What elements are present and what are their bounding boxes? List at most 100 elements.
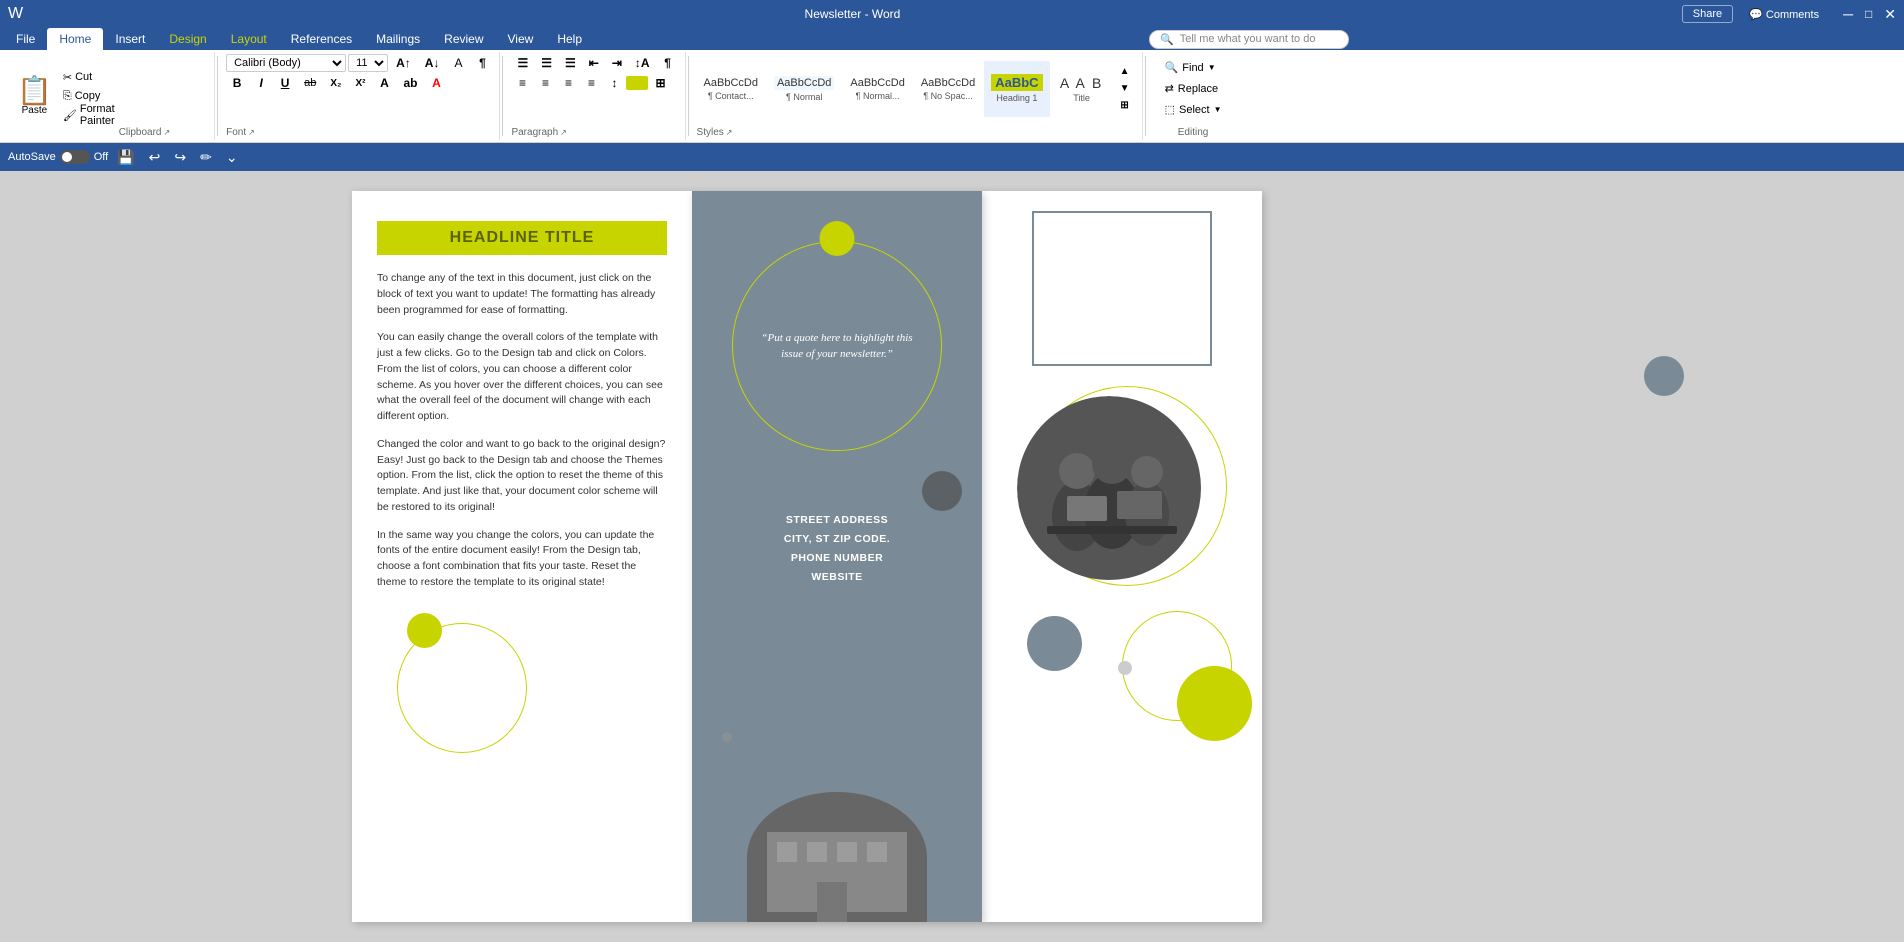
styles-expand[interactable]: ⊞ <box>1114 98 1136 113</box>
comments-button[interactable]: 💬 Comments <box>1745 6 1823 23</box>
clipboard-expand-icon[interactable]: ↗ <box>164 128 171 137</box>
find-label: Find <box>1182 62 1203 74</box>
style-heading1[interactable]: AaBbC Heading 1 <box>984 61 1049 117</box>
replace-button[interactable]: ⇄ Replace <box>1158 79 1226 98</box>
body-text-4[interactable]: In the same way you change the colors, y… <box>377 528 667 591</box>
minimize-icon[interactable]: ─ <box>1843 6 1853 22</box>
font-name-select[interactable]: Calibri (Body) <box>226 54 346 72</box>
undo-button[interactable]: ↩ <box>144 146 166 169</box>
style-contact[interactable]: AaBbCcDd ¶ Contact... <box>697 61 765 117</box>
tab-view[interactable]: View <box>496 28 546 50</box>
share-button[interactable]: Share <box>1682 5 1733 23</box>
align-right-button[interactable]: ≡ <box>557 74 579 92</box>
styles-scroll-up[interactable]: ▲ <box>1114 64 1136 79</box>
borders-button[interactable]: ⊞ <box>649 74 671 92</box>
style-normal2[interactable]: AaBbCcDd ¶ Normal... <box>843 61 911 117</box>
save-button[interactable]: 💾 <box>112 146 139 169</box>
cut-button[interactable]: ✂ Cut <box>59 68 119 86</box>
select-dropdown-icon: ▼ <box>1214 105 1222 114</box>
align-left-button[interactable]: ≡ <box>511 74 533 92</box>
styles-scroll-down[interactable]: ▼ <box>1114 81 1136 96</box>
highlight-button[interactable]: ab <box>397 74 423 92</box>
font-color-button[interactable]: A <box>426 74 448 92</box>
body-text-3[interactable]: Changed the color and want to go back to… <box>377 437 667 516</box>
increase-indent-button[interactable]: ⇥ <box>606 54 628 72</box>
show-paragraph-button[interactable]: ¶ <box>657 54 679 72</box>
tab-design[interactable]: Design <box>157 28 218 50</box>
autosave-toggle-switch[interactable] <box>60 150 90 164</box>
decrease-indent-button[interactable]: ⇤ <box>583 54 605 72</box>
paste-button[interactable]: 📋 Paste <box>10 54 59 138</box>
building-svg <box>747 792 927 922</box>
shading-button[interactable] <box>626 76 648 90</box>
copy-icon: ⎘ <box>63 90 72 103</box>
multilevel-button[interactable]: ☰ <box>559 54 582 72</box>
tab-insert[interactable]: Insert <box>103 28 157 50</box>
sort-button[interactable]: ↕A <box>629 54 656 72</box>
address-section[interactable]: STREET ADDRESS CITY, ST ZIP CODE. PHONE … <box>784 511 890 587</box>
tab-references[interactable]: References <box>279 28 364 50</box>
photo-circle-container <box>1017 386 1227 596</box>
replace-icon: ⇄ <box>1165 82 1174 95</box>
close-icon[interactable]: ✕ <box>1884 6 1896 23</box>
italic-button[interactable]: I <box>250 74 272 92</box>
text-color-button[interactable]: A <box>373 74 395 92</box>
headline-box[interactable]: HEADLINE TITLE <box>377 221 667 255</box>
bullets-button[interactable]: ☰ <box>511 54 534 72</box>
superscript-button[interactable]: X² <box>349 76 371 91</box>
search-bar[interactable]: 🔍 Tell me what you want to do <box>1149 30 1349 49</box>
ribbon: File Home Insert Design Layout Reference… <box>0 28 1904 143</box>
headline-text: HEADLINE TITLE <box>450 229 595 246</box>
editing-controls: 🔍 Find ▼ ⇄ Replace ⬚ Select ▼ <box>1154 54 1233 123</box>
quote-circle[interactable]: “Put a quote here to highlight this issu… <box>732 241 942 451</box>
justify-button[interactable]: ≡ <box>580 74 602 92</box>
decrease-font-button[interactable]: A↓ <box>419 54 446 72</box>
tab-mailings[interactable]: Mailings <box>364 28 432 50</box>
align-center-button[interactable]: ≡ <box>534 74 556 92</box>
styles-expand-icon[interactable]: ↗ <box>726 128 733 137</box>
clear-format-button[interactable]: A <box>447 54 469 72</box>
line-spacing-button[interactable]: ↕ <box>603 74 625 92</box>
select-label: Select <box>1179 104 1210 116</box>
style-normal[interactable]: AaBbCcDd ¶ Normal <box>767 61 841 117</box>
select-button[interactable]: ⬚ Select ▼ <box>1158 100 1229 119</box>
tab-help[interactable]: Help <box>545 28 594 50</box>
draw-button[interactable]: ✏ <box>195 146 217 169</box>
tab-file[interactable]: File <box>4 28 47 50</box>
title-bar: W Newsletter - Word Share 💬 Comments ─ □… <box>0 0 1904 28</box>
underline-button[interactable]: U <box>274 74 296 92</box>
address-line2: CITY, ST ZIP CODE. <box>784 530 890 549</box>
tab-layout[interactable]: Layout <box>219 28 279 50</box>
more-qa-button[interactable]: ⌄ <box>221 146 243 169</box>
body-text-1[interactable]: To change any of the text in this docume… <box>377 271 667 318</box>
maximize-icon[interactable]: □ <box>1865 7 1872 21</box>
autosave-state: Off <box>94 151 108 163</box>
paragraph-expand-icon[interactable]: ↗ <box>560 128 567 137</box>
font-size-select[interactable]: 11 <box>348 54 388 72</box>
copy-label: Copy <box>75 90 101 102</box>
tab-home[interactable]: Home <box>47 28 103 50</box>
increase-font-button[interactable]: A↑ <box>390 54 417 72</box>
strikethrough-button[interactable]: ab <box>298 75 322 91</box>
left-circle-outline <box>397 623 527 753</box>
format-painter-button[interactable]: 🖌 Format Painter <box>59 106 119 124</box>
subscript-button[interactable]: X₂ <box>324 76 347 91</box>
style-title[interactable]: A A B Title <box>1052 61 1112 117</box>
left-decorative-circles <box>377 603 577 753</box>
find-button[interactable]: 🔍 Find ▼ <box>1158 58 1223 77</box>
style-normal-label: ¶ Normal <box>786 92 822 102</box>
redo-button[interactable]: ↪ <box>169 146 191 169</box>
tab-review[interactable]: Review <box>432 28 495 50</box>
body-text-2[interactable]: You can easily change the overall colors… <box>377 330 667 425</box>
search-placeholder: Tell me what you want to do <box>1180 33 1316 45</box>
font-expand-icon[interactable]: ↗ <box>248 128 255 137</box>
numbering-button[interactable]: ☰ <box>535 54 558 72</box>
title-bar-right: Share 💬 Comments ─ □ ✕ <box>1682 5 1896 23</box>
style-normal2-label: ¶ Normal... <box>856 91 900 101</box>
find-icon: 🔍 <box>1165 61 1179 74</box>
search-icon: 🔍 <box>1160 33 1174 46</box>
font-controls: Calibri (Body) 11 A↑ A↓ A ¶ B I U ab X₂ <box>226 54 493 123</box>
style-nospace[interactable]: AaBbCcDd ¶ No Spac... <box>914 61 982 117</box>
bold-button[interactable]: B <box>226 74 248 92</box>
show-formatting-button[interactable]: ¶ <box>471 54 493 72</box>
